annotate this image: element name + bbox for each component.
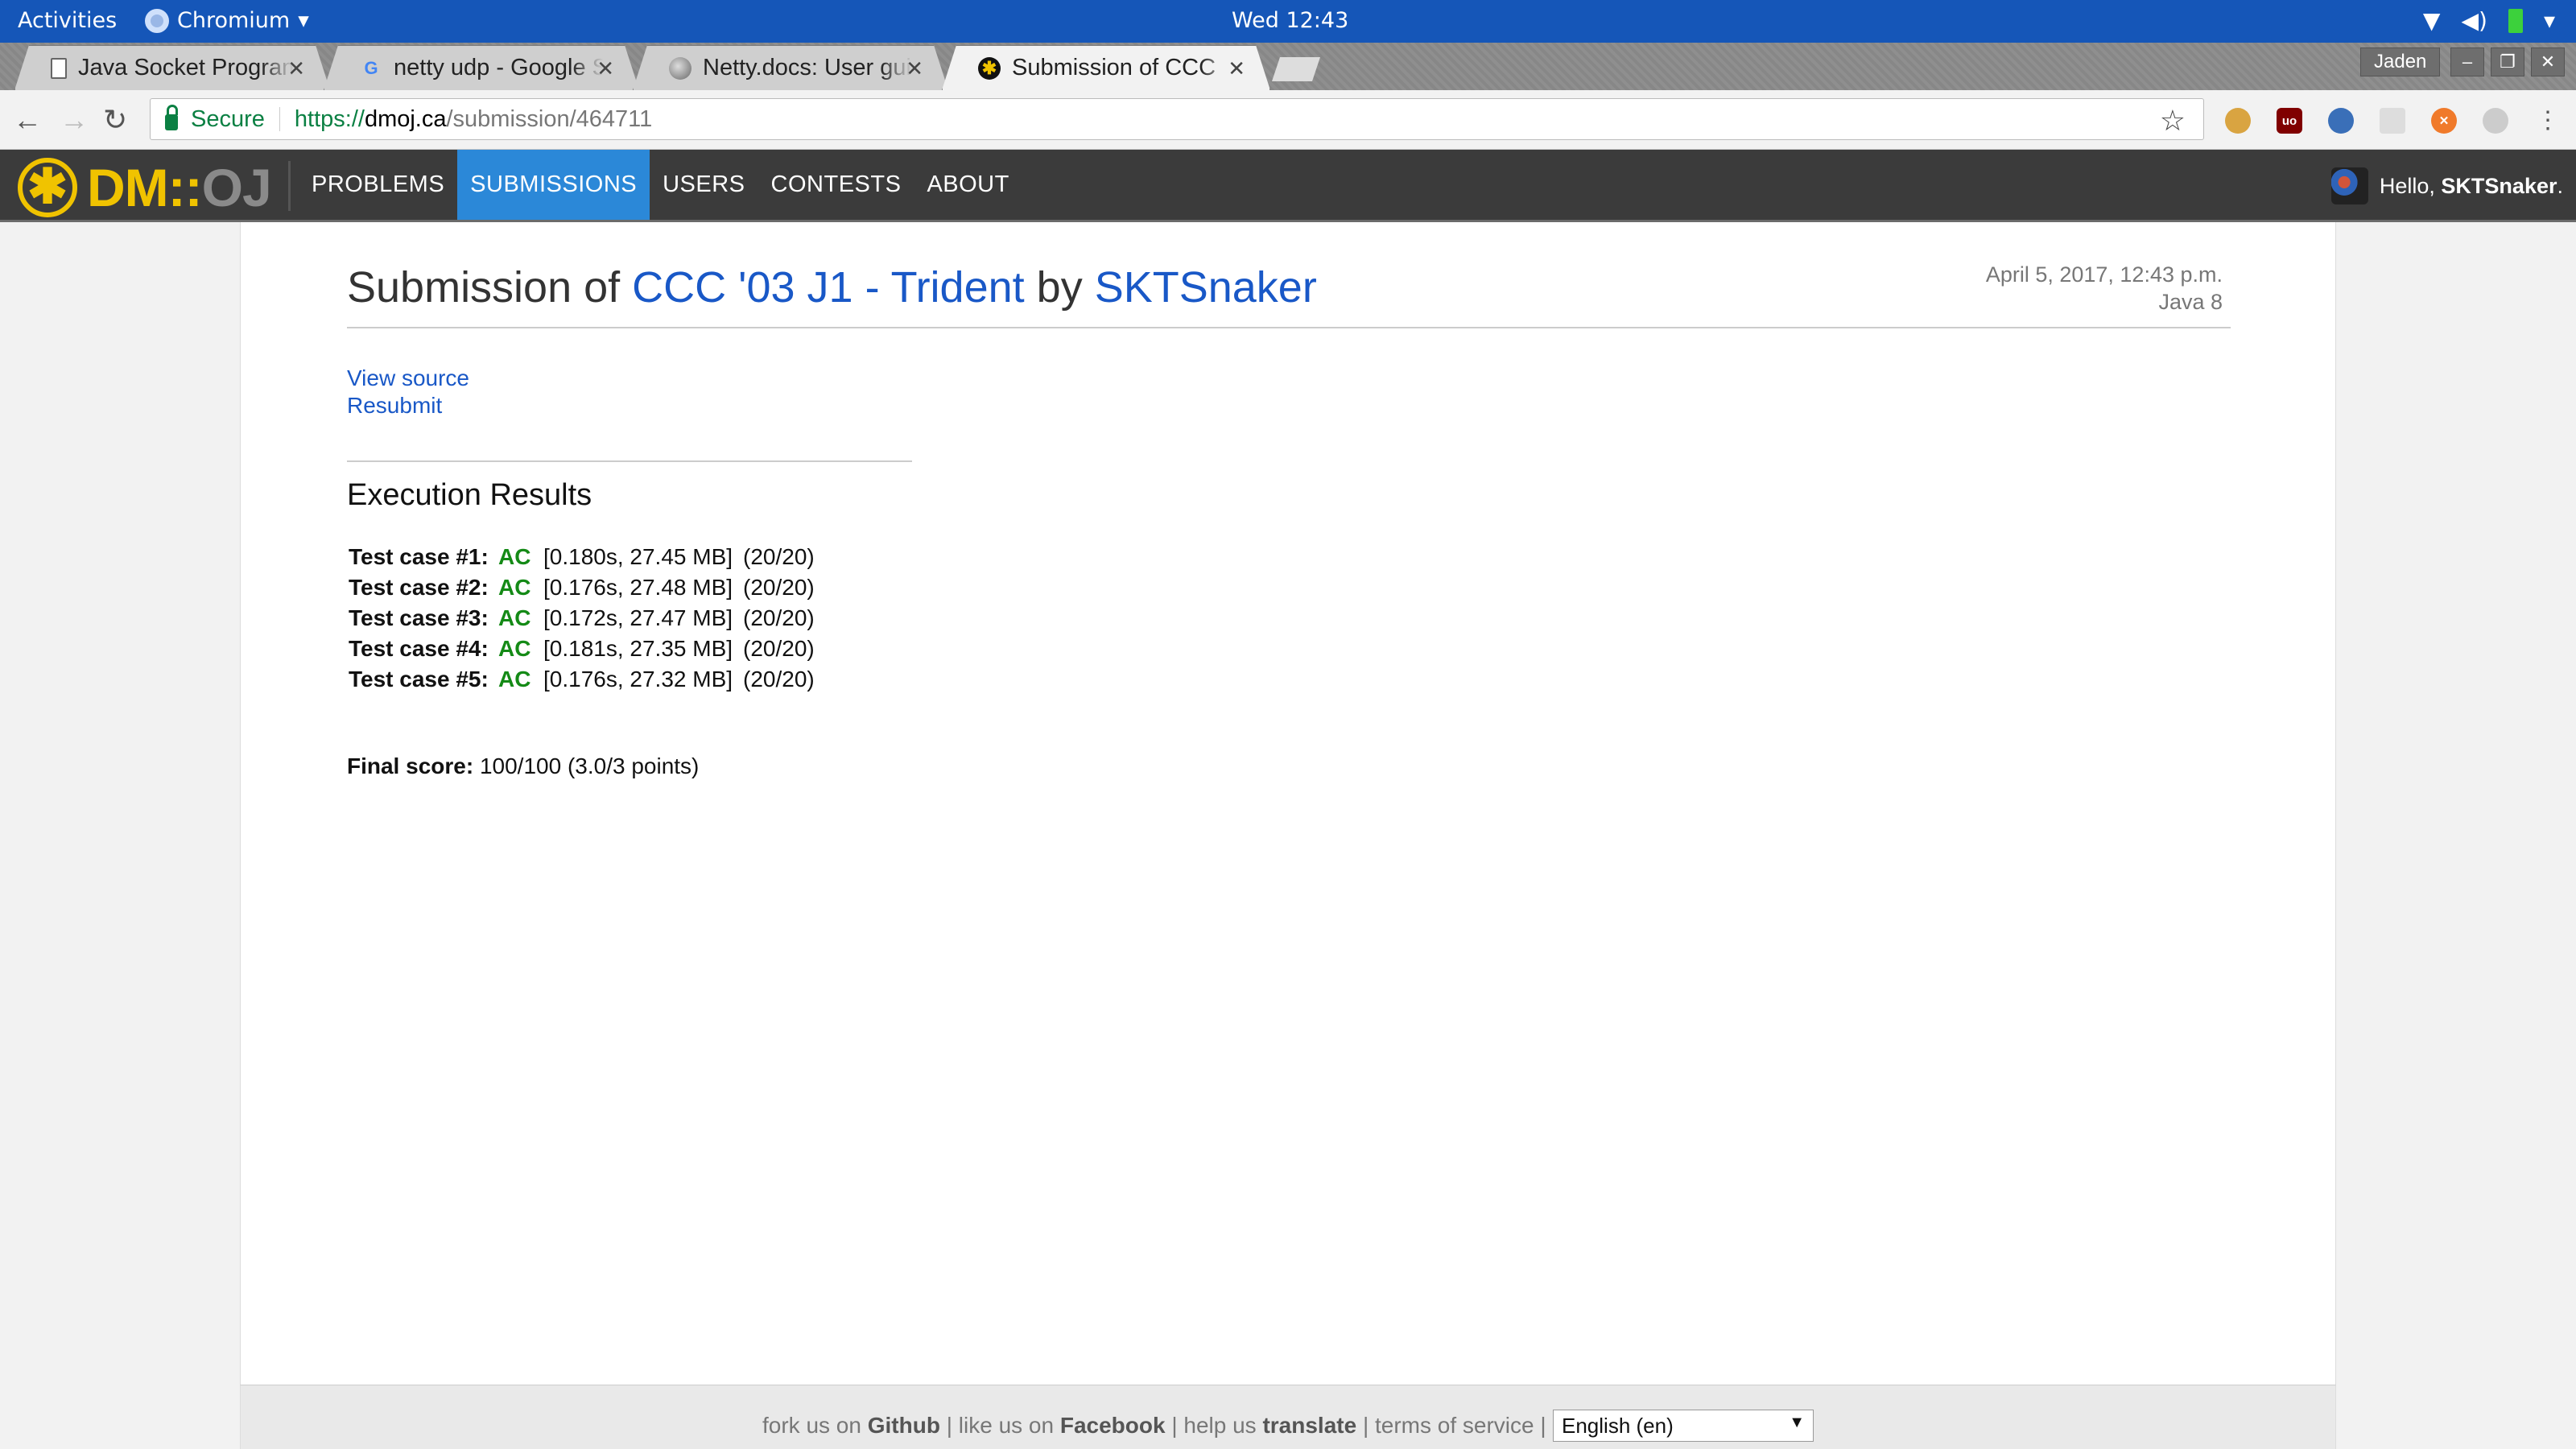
test-case-row: Test case #3: AC [0.172s, 27.47 MB] (20/20): [349, 605, 815, 636]
nav-submissions[interactable]: SUBMISSIONS: [457, 150, 650, 220]
gnome-top-bar: Activities Chromium ▾ Wed 12:43 ▼ ◀) ▾: [0, 0, 2576, 43]
terms-of-service-link[interactable]: | terms of service |: [1356, 1413, 1552, 1438]
tab-title: Netty.docs: User guide: [703, 55, 911, 80]
profile-button[interactable]: Jaden: [2360, 47, 2441, 76]
final-score: Final score: 100/100 (3.0/3 points): [347, 753, 700, 778]
tab-title: netty udp - Google Search: [394, 55, 586, 80]
back-icon[interactable]: ←: [13, 103, 42, 137]
github-link[interactable]: Github: [868, 1413, 940, 1438]
test-case-list: Test case #1: AC [0.180s, 27.45 MB] (20/20)…: [349, 544, 815, 697]
username: SKTSnaker: [2441, 173, 2557, 198]
problem-link[interactable]: CCC '03 J1 - Trident: [632, 263, 1024, 312]
app-menu-label: Chromium: [177, 8, 291, 33]
tab-java-socket[interactable]: Java Socket Programming ✕: [14, 45, 330, 90]
tab-google-search[interactable]: G netty udp - Google Search ✕: [324, 45, 639, 90]
status-badge: AC: [498, 605, 531, 630]
tab-strip: Java Socket Programming ✕ G netty udp - …: [0, 43, 2576, 90]
system-tray[interactable]: ▼ ◀) ▾: [2423, 7, 2555, 34]
chromium-icon: [145, 8, 169, 33]
ublock-extension-icon[interactable]: uo: [2277, 108, 2302, 134]
dmoj-logo-icon: ✱: [18, 158, 77, 217]
tab-title: Submission of CCC: [1012, 55, 1216, 80]
nav-users[interactable]: USERS: [650, 150, 758, 220]
site-navbar: ✱ DM::OJ PROBLEMS SUBMISSIONS USERS CONT…: [0, 150, 2576, 222]
bookmark-star-icon[interactable]: ☆: [2160, 104, 2186, 138]
close-icon[interactable]: ✕: [287, 56, 305, 81]
facebook-link[interactable]: Facebook: [1060, 1413, 1166, 1438]
status-badge: AC: [498, 575, 531, 600]
chevron-down-icon: ▾: [298, 8, 309, 33]
status-badge: AC: [498, 667, 531, 691]
divider: [347, 460, 912, 462]
nav-problems[interactable]: PROBLEMS: [299, 150, 457, 220]
page-title: Submission of CCC '03 J1 - Trident by SK…: [347, 263, 1317, 312]
battery-icon: [2508, 8, 2523, 33]
orange-extension-icon[interactable]: ✕: [2431, 108, 2457, 134]
lock-icon: [165, 105, 178, 130]
cookie-extension-icon[interactable]: [2225, 108, 2251, 134]
wifi-icon: ▼: [2422, 7, 2441, 34]
new-tab-button[interactable]: [1272, 57, 1320, 81]
submission-language: Java 8: [2158, 290, 2223, 314]
execution-results-heading: Execution Results: [347, 478, 592, 512]
test-case-row: Test case #5: AC [0.176s, 27.32 MB] (20/20): [349, 667, 815, 697]
nav-about[interactable]: ABOUT: [914, 150, 1022, 220]
google-icon: G: [364, 57, 378, 78]
site-footer: fork us on Github | like us on Facebook …: [240, 1385, 2336, 1449]
netty-icon: [669, 57, 691, 80]
globe-extension-icon[interactable]: [2328, 108, 2354, 134]
address-bar[interactable]: Secure https://dmoj.ca/submission/464711…: [150, 98, 2204, 140]
dmoj-icon: ✱: [978, 57, 1001, 80]
status-badge: AC: [498, 636, 531, 661]
status-badge: AC: [498, 544, 531, 569]
dropdown-arrow-icon: ▼: [1789, 1414, 1805, 1431]
avatar[interactable]: [2330, 167, 2368, 204]
main-content: Submission of CCC '03 J1 - Trident by SK…: [240, 222, 2336, 1385]
close-icon[interactable]: ✕: [906, 56, 923, 81]
tab-title: Java Socket Programming: [78, 55, 283, 80]
resubmit-link[interactable]: Resubmit: [347, 393, 442, 419]
nav-contests[interactable]: CONTESTS: [758, 150, 914, 220]
extension-icon[interactable]: [2483, 108, 2508, 134]
site-logo[interactable]: ✱ DM::OJ: [18, 157, 272, 218]
window-close-icon[interactable]: ✕: [2531, 47, 2565, 76]
test-case-row: Test case #2: AC [0.176s, 27.48 MB] (20/20): [349, 575, 815, 605]
footer-links: fork us on Github | like us on Facebook …: [762, 1413, 1553, 1438]
test-case-row: Test case #1: AC [0.180s, 27.45 MB] (20/20): [349, 544, 815, 575]
nav-menu: PROBLEMS SUBMISSIONS USERS CONTESTS ABOU…: [299, 150, 1022, 220]
user-greeting[interactable]: Hello, SKTSnaker.: [2330, 167, 2563, 204]
app-menu[interactable]: Chromium ▾: [145, 8, 309, 33]
user-link[interactable]: SKTSnaker: [1095, 263, 1317, 312]
chevron-down-icon: ▾: [2543, 7, 2555, 34]
menu-kebab-icon[interactable]: ⋮: [2536, 106, 2560, 134]
secure-label: Secure: [191, 105, 265, 132]
clock[interactable]: Wed 12:43: [1232, 8, 1348, 33]
test-case-row: Test case #4: AC [0.181s, 27.35 MB] (20/20): [349, 636, 815, 667]
minimize-icon[interactable]: –: [2450, 47, 2484, 76]
volume-icon: ◀): [2461, 7, 2487, 34]
close-icon[interactable]: ✕: [1228, 56, 1245, 81]
close-icon[interactable]: ✕: [597, 56, 614, 81]
reload-icon[interactable]: ↻: [103, 103, 127, 137]
view-source-link[interactable]: View source: [347, 365, 469, 391]
submission-meta: April 5, 2017, 12:43 p.m. Java 8: [1986, 261, 2223, 316]
forward-icon[interactable]: →: [60, 103, 89, 137]
document-icon: [51, 58, 67, 79]
url-text[interactable]: https://dmoj.ca/submission/464711: [295, 106, 652, 133]
tab-submission[interactable]: ✱ Submission of CCC ✕: [942, 45, 1270, 90]
activities-button[interactable]: Activities: [18, 8, 117, 33]
divider: [347, 327, 2231, 328]
mail-extension-icon[interactable]: [2380, 108, 2405, 134]
browser-toolbar: ← → ↻ Secure https://dmoj.ca/submission/…: [0, 90, 2576, 150]
restore-icon[interactable]: ❐: [2491, 47, 2524, 76]
tab-netty-docs[interactable]: Netty.docs: User guide ✕: [633, 45, 948, 90]
translate-link[interactable]: translate: [1262, 1413, 1356, 1438]
submission-date: April 5, 2017, 12:43 p.m.: [1985, 262, 2223, 287]
language-select[interactable]: English (en) ▼: [1553, 1410, 1814, 1442]
